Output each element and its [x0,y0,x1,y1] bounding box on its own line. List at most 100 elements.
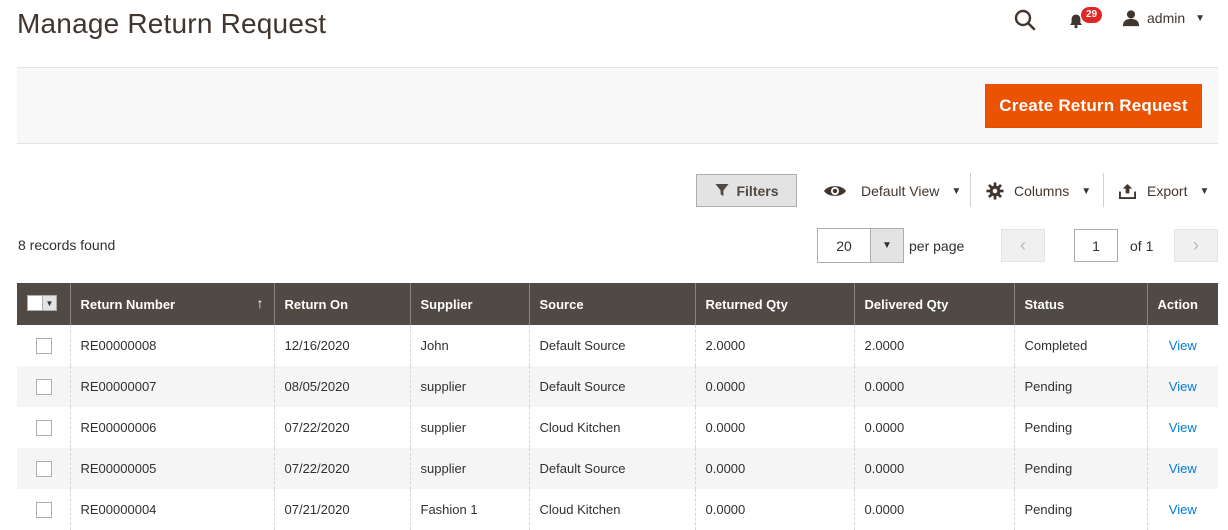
notifications-button[interactable]: 29 [1068,6,1104,30]
cell-status: Pending [1013,448,1147,489]
cell-source: Cloud Kitchen [528,489,695,530]
default-view-label: Default View [861,183,940,199]
chevron-down-icon: ▼ [1199,185,1210,197]
filters-button[interactable]: Filters [696,174,797,207]
table-row: RE00000005 07/22/2020 supplier Default S… [17,448,1218,489]
cell-returned-qty: 0.0000 [694,407,854,448]
cell-delivered-qty: 0.0000 [853,366,1014,407]
previous-page-button[interactable]: ‹ [1001,229,1045,262]
column-header-returned-qty[interactable]: Returned Qty [694,283,854,325]
table-row: RE00000006 07/22/2020 supplier Cloud Kit… [17,407,1218,448]
cell-return-on: 07/22/2020 [273,407,410,448]
column-label: Action [1157,296,1198,312]
cell-action: View [1146,407,1218,448]
return-requests-table: ▼ Return Number ↑ Return On Supplier Sou… [17,283,1218,530]
cell-return-number: RE00000007 [69,366,274,407]
cell-supplier: John [409,325,529,366]
export-dropdown[interactable]: Export ▼ [1118,176,1209,206]
gear-icon [986,182,1004,200]
eye-icon [824,186,846,196]
column-label: Supplier [420,296,473,312]
chevron-left-icon: ‹ [1020,235,1026,255]
chevron-down-icon[interactable]: ▼ [871,229,903,262]
cell-supplier: Fashion 1 [409,489,529,530]
column-label: Status [1024,296,1065,312]
toolbar-divider [970,173,971,207]
cell-returned-qty: 0.0000 [694,448,854,489]
row-checkbox-cell [17,489,70,530]
view-link[interactable]: View [1169,461,1197,476]
cell-action: View [1146,489,1218,530]
column-label: Delivered Qty [864,296,949,312]
column-header-supplier[interactable]: Supplier [409,283,529,325]
row-checkbox[interactable] [36,337,52,354]
per-page-select[interactable]: 20 ▼ [817,228,904,263]
cell-return-on: 08/05/2020 [273,366,410,407]
cell-return-number: RE00000004 [69,489,274,530]
cell-returned-qty: 2.0000 [694,325,854,366]
column-label: Return On [284,296,349,312]
cell-return-number: RE00000005 [69,448,274,489]
cell-status: Completed [1013,325,1147,366]
cell-source: Default Source [528,366,695,407]
row-checkbox-cell [17,407,70,448]
mass-select-header: ▼ [17,283,70,325]
table-header-row: ▼ Return Number ↑ Return On Supplier Sou… [17,283,1218,325]
filters-label: Filters [736,182,779,199]
cell-status: Pending [1013,407,1147,448]
filter-icon [715,183,730,197]
view-link[interactable]: View [1169,420,1197,435]
per-page-label: per page [909,238,965,254]
mass-select-checkbox [28,296,42,310]
page-total: of 1 [1130,238,1154,254]
cell-return-on: 12/16/2020 [273,325,410,366]
column-header-source[interactable]: Source [528,283,695,325]
chevron-down-icon: ▼ [42,296,56,310]
export-label: Export [1147,183,1188,199]
next-page-button[interactable]: › [1174,229,1218,262]
cell-return-on: 07/22/2020 [273,448,410,489]
cell-delivered-qty: 0.0000 [853,489,1014,530]
mass-select-dropdown[interactable]: ▼ [27,295,57,311]
row-checkbox[interactable] [36,419,52,436]
column-header-return-on[interactable]: Return On [273,283,410,325]
table-row: RE00000008 12/16/2020 John Default Sourc… [17,325,1218,366]
row-checkbox[interactable] [36,501,52,518]
cell-action: View [1146,366,1218,407]
view-link[interactable]: View [1169,338,1197,353]
user-menu[interactable]: admin ▼ [1121,9,1205,27]
cell-source: Cloud Kitchen [528,407,695,448]
view-link[interactable]: View [1169,502,1197,517]
cell-action: View [1146,448,1218,489]
chevron-down-icon: ▼ [1081,185,1092,197]
cell-delivered-qty: 0.0000 [853,407,1014,448]
cell-returned-qty: 0.0000 [694,489,854,530]
column-label: Returned Qty [705,296,788,312]
search-icon[interactable] [1013,8,1037,32]
page-number-input[interactable]: 1 [1074,229,1118,262]
row-checkbox[interactable] [36,378,52,395]
row-checkbox[interactable] [36,460,52,477]
columns-dropdown[interactable]: Columns ▼ [986,176,1091,206]
cell-status: Pending [1013,489,1147,530]
row-checkbox-cell [17,325,70,366]
chevron-right-icon: › [1193,235,1199,255]
column-header-status[interactable]: Status [1013,283,1147,325]
cell-delivered-qty: 2.0000 [853,325,1014,366]
cell-status: Pending [1013,366,1147,407]
toolbar-divider [1103,173,1104,207]
column-label: Source [539,296,584,312]
cell-return-number: RE00000008 [69,325,274,366]
chevron-down-icon: ▼ [1195,12,1206,24]
create-return-request-button[interactable]: Create Return Request [985,84,1202,128]
cell-source: Default Source [528,448,695,489]
column-header-return-number[interactable]: Return Number ↑ [69,283,274,325]
chevron-down-icon: ▼ [951,185,962,197]
columns-label: Columns [1014,183,1070,199]
view-link[interactable]: View [1169,379,1197,394]
column-header-delivered-qty[interactable]: Delivered Qty [853,283,1014,325]
column-header-action: Action [1146,283,1218,325]
default-view-dropdown[interactable]: Default View ▼ [823,176,961,206]
cell-source: Default Source [528,325,695,366]
row-checkbox-cell [17,448,70,489]
